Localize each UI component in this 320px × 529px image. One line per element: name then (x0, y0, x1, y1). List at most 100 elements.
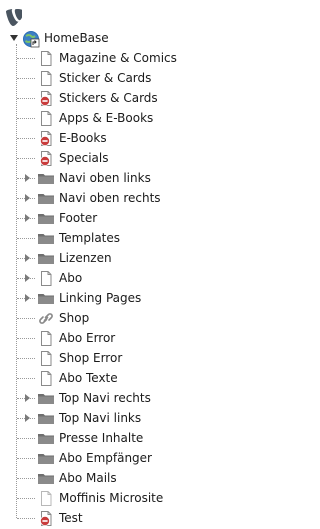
expand-arrow-icon[interactable] (25, 294, 30, 302)
tree-connector (17, 318, 35, 319)
tree-item[interactable]: Navi oben rechts (0, 188, 286, 208)
tree-item[interactable]: Abo Texte (0, 368, 286, 388)
tree-connector (17, 138, 35, 139)
page-hidden-icon (40, 151, 52, 166)
tree-item-label: Navi oben links (59, 171, 151, 185)
tree-item[interactable]: Top Navi links (0, 408, 286, 428)
page-tree: HomeBase Magazine & Comics Sticker & Card… (0, 0, 286, 529)
tree-connector (17, 98, 35, 99)
tree-root-homebase[interactable]: HomeBase (0, 28, 286, 48)
tree-connector (17, 358, 35, 359)
tree-item[interactable]: Templates (0, 228, 286, 248)
tree-item[interactable]: Test (0, 508, 286, 528)
folder-icon (38, 194, 54, 204)
tree-item[interactable]: Shop (0, 308, 286, 328)
root-label: HomeBase (44, 31, 109, 45)
tree-item[interactable]: Linking Pages (0, 288, 286, 308)
tree-item-label: E-Books (59, 131, 107, 145)
tree-item-label: Stickers & Cards (59, 91, 158, 105)
tree-item-label: Linking Pages (59, 291, 142, 305)
folder-icon (38, 254, 54, 264)
tree-item[interactable]: Abo Empfänger (0, 448, 286, 468)
expand-arrow-icon[interactable] (25, 394, 30, 402)
tree-item-label: Abo Texte (59, 371, 118, 385)
tree-item-label: Presse Inhalte (59, 431, 144, 445)
tree-item-label: Abo Error (59, 331, 116, 345)
folder-icon (38, 414, 54, 424)
tree-item[interactable]: Presse Inhalte (0, 428, 286, 448)
tree-item-label: Moffinis Microsite (59, 491, 164, 505)
folder-icon (38, 294, 54, 304)
tree-item[interactable]: Shop Error (0, 348, 286, 368)
tree-item-label: Footer (59, 211, 98, 225)
page-icon (41, 51, 52, 66)
tree-connector (17, 158, 35, 159)
tree-item-label: Top Navi links (59, 411, 142, 425)
tree-item[interactable]: Apps & E-Books (0, 108, 286, 128)
tree-item-label: Sticker & Cards (59, 71, 152, 85)
tree-item[interactable]: Lizenzen (0, 248, 286, 268)
tree-item-label: Test (59, 511, 83, 525)
tree-connector (17, 78, 35, 79)
expand-arrow-icon[interactable] (25, 254, 30, 262)
page-hidden-icon (40, 131, 52, 146)
expand-arrow-icon[interactable] (25, 414, 30, 422)
typo3-logo-icon (6, 9, 22, 26)
tree-item-label: Abo Empfänger (59, 451, 152, 465)
tree-connector (17, 338, 35, 339)
folder-icon (38, 474, 54, 484)
tree-item-label: Abo (59, 271, 83, 285)
expand-arrow-icon[interactable] (25, 274, 30, 282)
tree-connector (17, 118, 35, 119)
page-icon (41, 371, 52, 386)
page-icon (41, 331, 52, 346)
tree-item-label: Magazine & Comics (59, 51, 177, 65)
expand-arrow-icon[interactable] (25, 214, 30, 222)
page-hidden-icon (40, 91, 52, 106)
page-icon (41, 351, 52, 366)
tree-item-label: Navi oben rechts (59, 191, 161, 205)
tree-item-label: Shop Error (59, 351, 123, 365)
tree-connector (17, 58, 35, 59)
tree-connector (17, 478, 35, 479)
tree-connector (17, 438, 35, 439)
tree-item-label: Specials (59, 151, 109, 165)
tree-item[interactable]: Navi oben links (0, 168, 286, 188)
tree-item-label: Templates (59, 231, 121, 245)
expand-arrow-icon[interactable] (25, 194, 30, 202)
page-light-icon (41, 491, 52, 506)
collapse-caret-icon[interactable] (10, 35, 18, 41)
tree-item[interactable]: Sticker & Cards (0, 68, 286, 88)
folder-icon (38, 394, 54, 404)
tree-item[interactable]: Abo Error (0, 328, 286, 348)
tree-item[interactable]: Abo (0, 268, 286, 288)
folder-icon (38, 214, 54, 224)
folder-icon (38, 234, 54, 244)
tree-item[interactable]: Footer (0, 208, 286, 228)
folder-icon (38, 174, 54, 184)
page-icon (41, 271, 52, 286)
expand-arrow-icon[interactable] (25, 174, 30, 182)
folder-icon (38, 454, 54, 464)
tree-item[interactable]: Stickers & Cards (0, 88, 286, 108)
link-icon (39, 313, 53, 324)
tree-connector (17, 458, 35, 459)
homebase-globe-icon (23, 31, 40, 48)
page-icon (41, 71, 52, 86)
tree-connector (17, 518, 35, 519)
tree-item[interactable]: Specials (0, 148, 286, 168)
tree-item[interactable]: E-Books (0, 128, 286, 148)
tree-item-label: Apps & E-Books (59, 111, 154, 125)
tree-item-label: Abo Mails (59, 471, 117, 485)
folder-icon (38, 434, 54, 444)
tree-connector (17, 238, 35, 239)
tree-connector (17, 378, 35, 379)
tree-item-label: Shop (59, 311, 90, 325)
tree-connector (17, 498, 35, 499)
tree-item[interactable]: Moffinis Microsite (0, 488, 286, 508)
tree-item[interactable]: Top Navi rechts (0, 388, 286, 408)
tree-item[interactable]: Abo Mails (0, 468, 286, 488)
page-icon (41, 111, 52, 126)
tree-item[interactable]: Magazine & Comics (0, 48, 286, 68)
tree-item-label: Top Navi rechts (59, 391, 151, 405)
